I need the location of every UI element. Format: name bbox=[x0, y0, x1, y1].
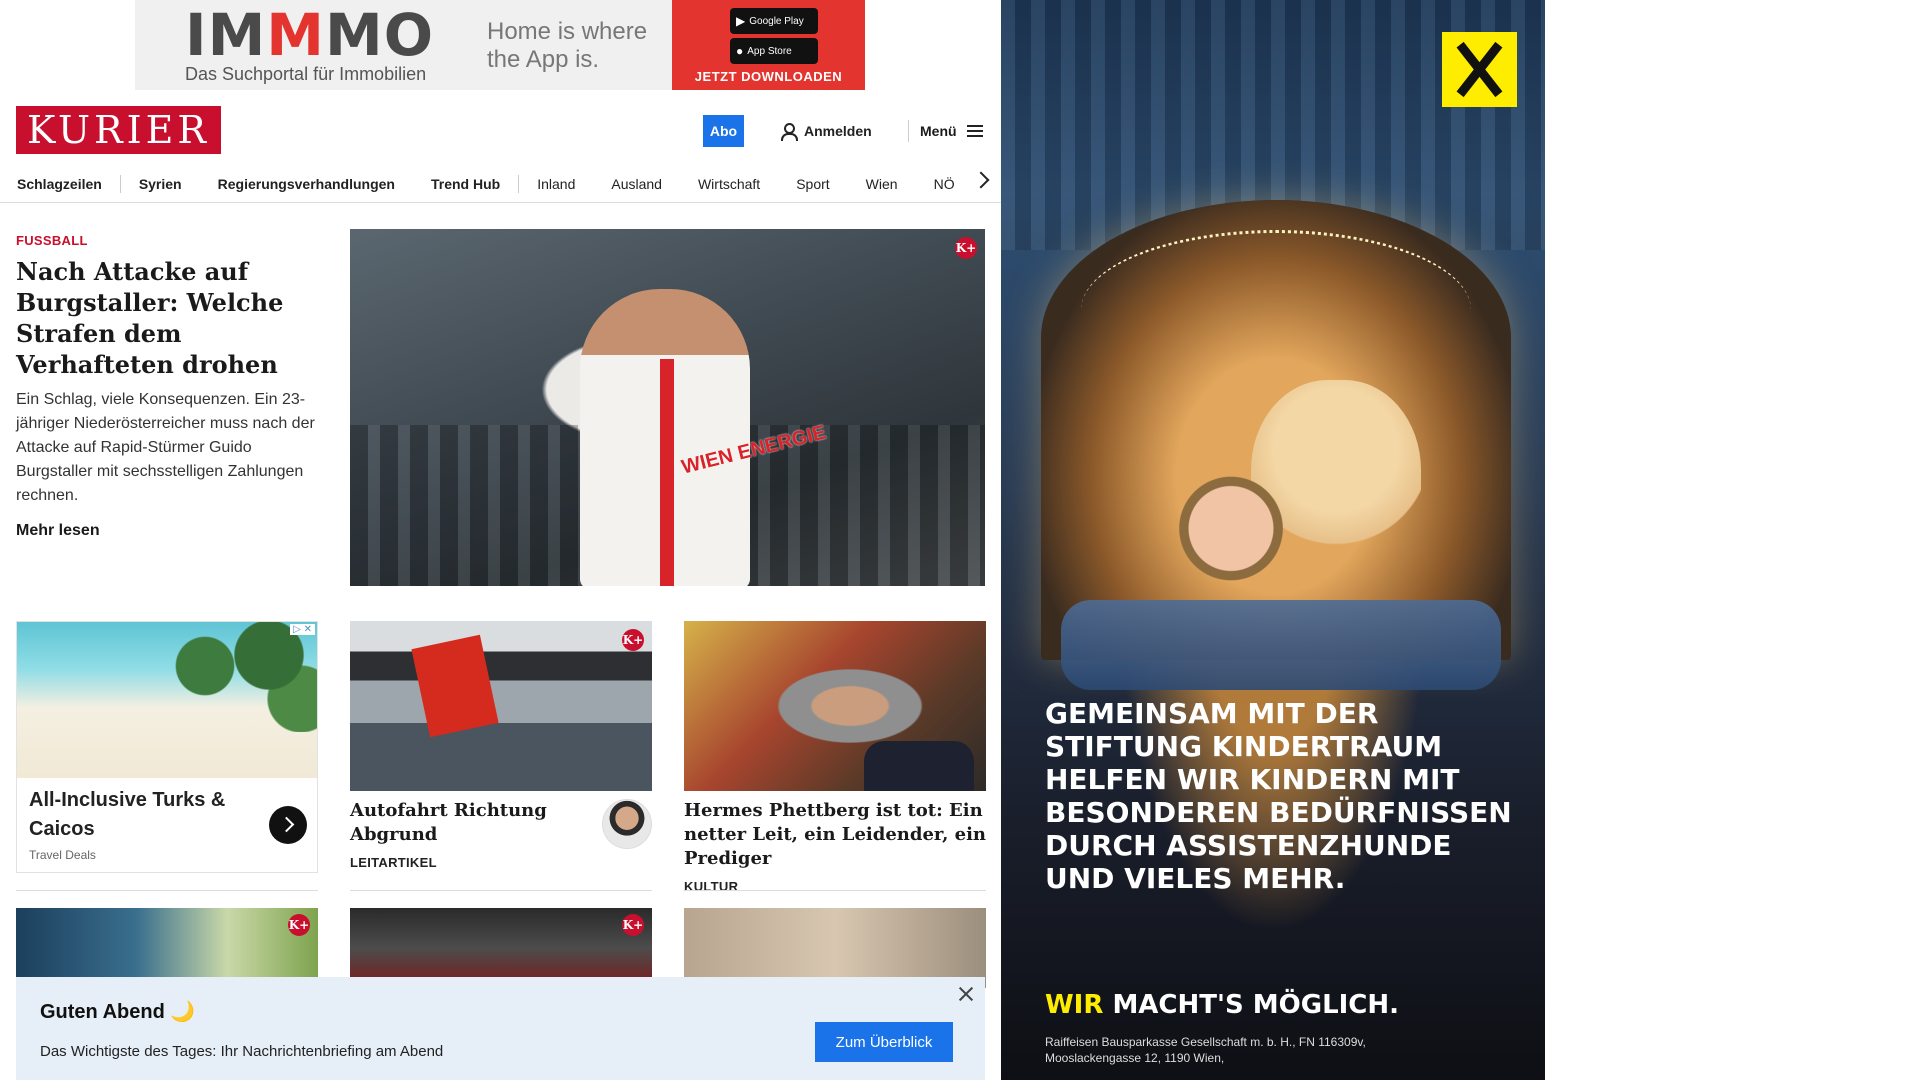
article-image[interactable]: K+ bbox=[16, 908, 318, 988]
article-title[interactable]: Hermes Phettberg ist tot: Ein netter Lei… bbox=[684, 799, 986, 871]
ad-child bbox=[1171, 470, 1291, 600]
article-image[interactable] bbox=[684, 908, 986, 988]
sponsored-source: Travel Deals bbox=[29, 848, 96, 862]
nav-item-ausland[interactable]: Ausland bbox=[593, 176, 680, 192]
ad-blanket bbox=[1061, 600, 1501, 690]
close-icon[interactable] bbox=[957, 985, 975, 1003]
kplus-badge: K+ bbox=[622, 914, 644, 936]
author-avatar bbox=[602, 799, 652, 849]
ad-download-area[interactable]: ▶ Google Play ● App Store JETZT DOWNLOAD… bbox=[672, 0, 865, 90]
ad-tagline: Das Suchportal für Immobilien bbox=[185, 64, 427, 84]
kplus-badge: K+ bbox=[622, 629, 644, 651]
login-link[interactable]: Anmelden bbox=[780, 115, 872, 147]
immmo-logo: IMMMO bbox=[185, 1, 435, 69]
sponsored-image: ▷ ✕ bbox=[17, 622, 317, 778]
chevron-right-icon[interactable] bbox=[269, 806, 307, 844]
ad-legal-text: Raiffeisen Bausparkasse Gesellschaft m. … bbox=[1045, 1035, 1366, 1065]
briefing-banner: Guten Abend 🌙 Das Wichtigste des Tages: … bbox=[16, 977, 985, 1080]
lead-title[interactable]: Nach Attacke auf Burg­staller: Welche St… bbox=[16, 256, 316, 380]
overview-button[interactable]: Zum Überblick bbox=[815, 1022, 953, 1062]
nav-item-trend-hub[interactable]: Trend Hub bbox=[413, 176, 518, 192]
raiffeisen-logo-icon bbox=[1442, 32, 1517, 107]
lead-teaser: Ein Schlag, viele Konsequenzen. Ein 23-j… bbox=[16, 391, 315, 504]
nav-item-wien[interactable]: Wien bbox=[848, 176, 916, 192]
site-header: KURIER Abo Anmelden Menü bbox=[0, 100, 1001, 160]
lead-article-text: FUSSBALL Nach Attacke auf Burg­staller: … bbox=[16, 233, 316, 540]
article-category[interactable]: KULTUR bbox=[684, 879, 986, 894]
lead-kicker[interactable]: FUSSBALL bbox=[16, 233, 316, 248]
main-column: IMMMO Das Suchportal für Immobilien Home… bbox=[0, 0, 1001, 1080]
menu-button[interactable]: Menü bbox=[920, 115, 983, 147]
sponsored-title[interactable]: All-Inclusive Turks & Caicos bbox=[29, 786, 259, 844]
nav-item-wirtschaft[interactable]: Wirtschaft bbox=[680, 176, 778, 192]
nav-item-sport[interactable]: Sport bbox=[778, 176, 847, 192]
briefing-greeting: Guten Abend 🌙 bbox=[40, 1001, 196, 1023]
article-card[interactable]: K+ Autofahrt Richtung Abgrund LEITARTIKE… bbox=[350, 621, 652, 870]
user-icon bbox=[780, 123, 798, 141]
lead-article-image[interactable]: WIEN ENERGIE K+ bbox=[350, 229, 985, 586]
google-play-button[interactable]: ▶ Google Play bbox=[730, 8, 818, 34]
adchoices-icon[interactable]: ▷ ✕ bbox=[290, 624, 315, 635]
read-more-link[interactable]: Mehr lesen bbox=[16, 522, 316, 540]
download-cta[interactable]: JETZT DOWNLOADEN bbox=[672, 69, 865, 84]
nav-item-syrien[interactable]: Syrien bbox=[121, 176, 200, 192]
article-card[interactable]: Hermes Phettberg ist tot: Ein netter Lei… bbox=[684, 621, 986, 894]
article-image bbox=[684, 621, 986, 791]
kplus-badge: K+ bbox=[288, 914, 310, 936]
ad-fairy-lights bbox=[1081, 230, 1471, 390]
nav-item-regierungsverhandlungen[interactable]: Regierungsverhandlungen bbox=[200, 176, 413, 192]
row-divider bbox=[16, 890, 318, 891]
sponsored-card[interactable]: ▷ ✕ All-Inclusive Turks & Caicos Travel … bbox=[16, 621, 318, 873]
image-palms bbox=[157, 622, 317, 732]
topic-nav: Schlagzeilen Syrien Regierungsverhandlun… bbox=[0, 165, 1001, 203]
image-jersey-stripe bbox=[660, 359, 674, 586]
apple-icon: ● bbox=[736, 44, 744, 58]
ad-headline: GEMEINSAM MIT DER STIFTUNG KINDERTRAUM H… bbox=[1045, 697, 1512, 895]
row-divider bbox=[350, 890, 652, 891]
header-divider bbox=[908, 120, 909, 142]
article-image[interactable]: K+ bbox=[350, 908, 652, 988]
raiffeisen-side-ad[interactable]: GEMEINSAM MIT DER STIFTUNG KINDERTRAUM H… bbox=[1001, 0, 1545, 1080]
immmo-banner-ad[interactable]: IMMMO Das Suchportal für Immobilien Home… bbox=[135, 0, 865, 90]
hamburger-icon bbox=[966, 125, 983, 137]
kplus-badge: K+ bbox=[955, 237, 977, 259]
article-category[interactable]: LEITARTIKEL bbox=[350, 855, 652, 870]
image-flag bbox=[411, 634, 499, 738]
ad-claim: WIR MACHT'S MÖGLICH. bbox=[1045, 990, 1400, 1020]
ad-slogan: Home is where the App is. bbox=[487, 18, 648, 73]
nav-item-inland[interactable]: Inland bbox=[519, 176, 593, 192]
kurier-logo[interactable]: KURIER bbox=[16, 106, 221, 154]
image-figure bbox=[864, 741, 974, 791]
play-icon: ▶ bbox=[736, 14, 746, 28]
app-store-button[interactable]: ● App Store bbox=[730, 38, 818, 64]
briefing-description: Das Wichtigste des Tages: Ihr Nachrichte… bbox=[40, 1043, 444, 1060]
nav-item-schlagzeilen[interactable]: Schlagzeilen bbox=[17, 176, 120, 192]
abo-button[interactable]: Abo bbox=[703, 115, 744, 147]
row-divider bbox=[684, 890, 986, 891]
article-title[interactable]: Autofahrt Richtung Abgrund bbox=[350, 799, 590, 847]
article-image: K+ bbox=[350, 621, 652, 791]
